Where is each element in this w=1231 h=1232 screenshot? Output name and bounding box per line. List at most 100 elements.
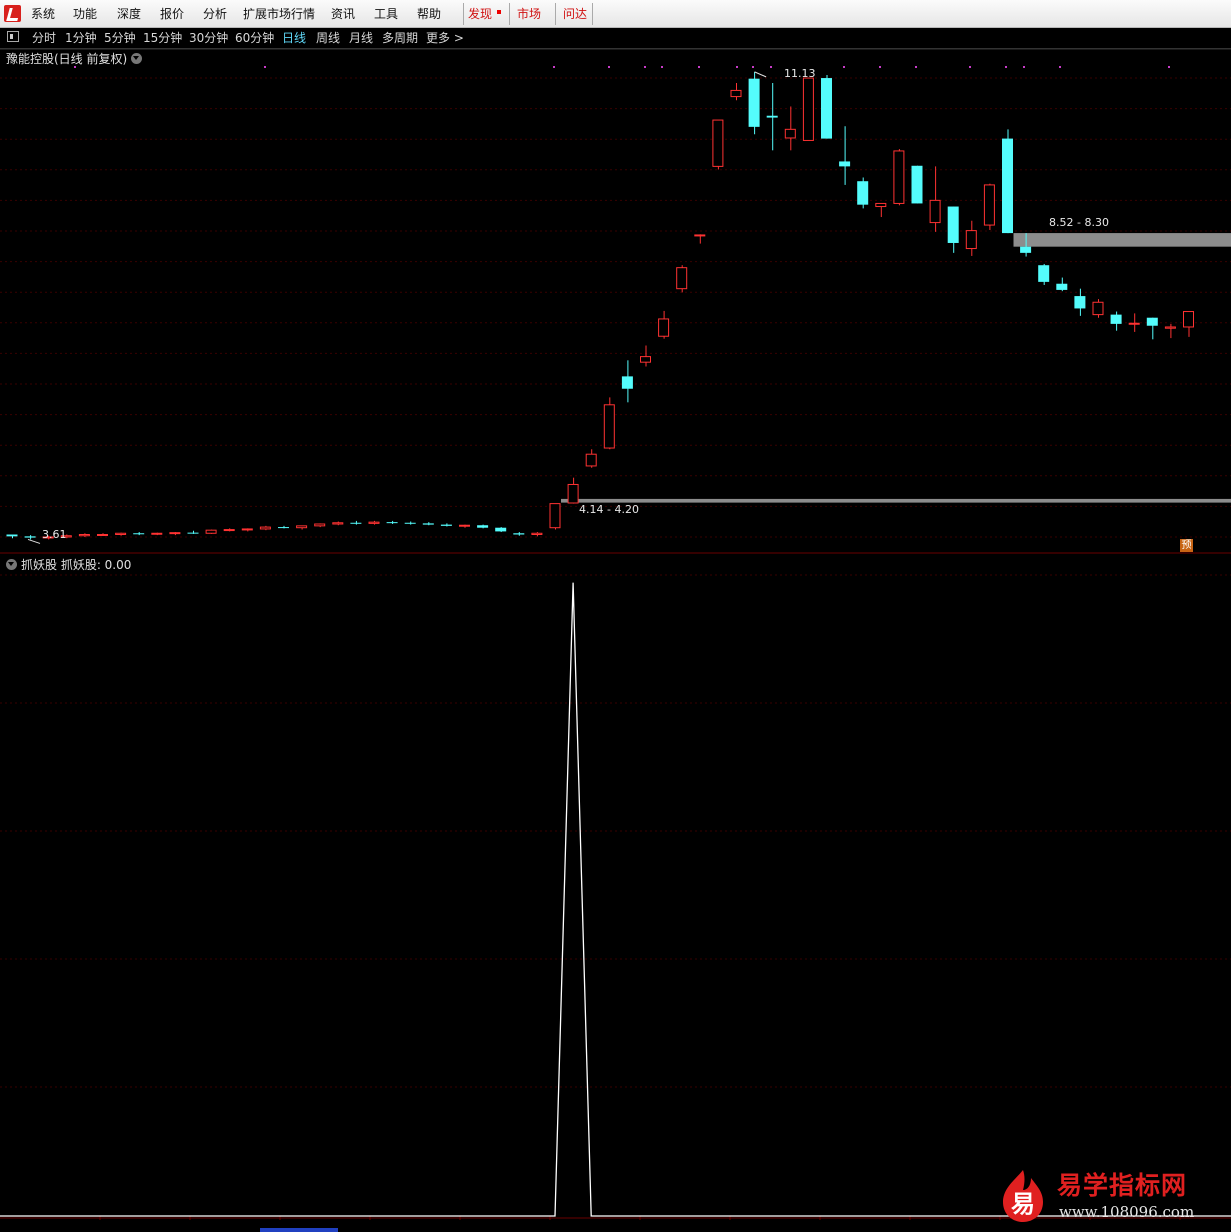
watermark-flame-icon: 易 <box>1003 1170 1043 1222</box>
gap-range-label-high: 8.52 - 8.30 <box>1049 216 1109 229</box>
candle <box>404 521 416 525</box>
watermark-url: www.108096.com <box>1059 1203 1195 1221</box>
candle-body <box>857 181 869 205</box>
indicator-grid <box>0 574 1231 1232</box>
candle <box>241 528 253 532</box>
event-marker-icon <box>752 66 754 68</box>
candle-body <box>151 532 163 535</box>
low-price-label: 3.61 <box>42 528 67 541</box>
candle <box>875 202 887 218</box>
event-marker-icon <box>1059 66 1061 68</box>
candle <box>1110 311 1122 331</box>
gap-range-label-low: 4.14 - 4.20 <box>579 503 639 516</box>
candle-body <box>911 165 923 204</box>
event-marker-icon <box>264 66 266 68</box>
candle-body <box>223 529 235 532</box>
candle <box>748 71 760 135</box>
price-grid <box>0 48 1231 554</box>
forecast-badge[interactable]: 预 <box>1180 539 1193 552</box>
candle-body <box>640 356 651 363</box>
candle-body <box>983 184 995 226</box>
candle-body <box>1074 296 1086 309</box>
candle-body <box>658 318 670 337</box>
indicator-line <box>0 582 1231 1217</box>
candle <box>24 535 36 540</box>
event-marker-icon <box>644 66 646 68</box>
candle-body <box>821 78 832 139</box>
candle-body <box>712 119 724 167</box>
event-marker-icon <box>736 66 738 68</box>
candle-body <box>1164 326 1176 329</box>
candle-body <box>278 527 289 529</box>
candle-body <box>531 532 543 536</box>
candle-body <box>839 161 851 167</box>
candle-body <box>730 89 742 98</box>
candle <box>712 119 724 170</box>
stock-chart[interactable] <box>0 0 1231 1232</box>
candle <box>784 106 796 151</box>
candle-body <box>404 522 416 524</box>
candle-body <box>440 524 452 526</box>
candle <box>259 525 271 531</box>
watermark-title: 易学指标网 <box>1057 1171 1188 1200</box>
indicator-title: 抓妖股 抓妖股: 0.00 <box>6 556 131 573</box>
candle-body <box>241 528 253 531</box>
candle <box>983 183 995 230</box>
candle-body <box>133 533 145 535</box>
candle-body <box>97 534 108 536</box>
candle-body <box>1092 301 1104 316</box>
candle-body <box>314 523 326 527</box>
candle <box>314 523 326 528</box>
high-arrow-icon <box>754 71 767 78</box>
candle <box>368 520 380 525</box>
candle <box>133 532 145 536</box>
event-marker-icon <box>661 66 663 68</box>
candle-body <box>296 525 308 529</box>
candle-body <box>259 526 271 530</box>
indicator-series-line <box>0 582 1231 1217</box>
candle-body <box>368 521 380 524</box>
candle-body <box>965 230 977 250</box>
indicator-title-text: 抓妖股 抓妖股: 0.00 <box>21 558 132 572</box>
candle <box>640 345 651 367</box>
candle <box>1183 311 1194 337</box>
candle <box>151 532 163 536</box>
candle <box>422 522 434 526</box>
dropdown-icon[interactable] <box>6 559 17 570</box>
candle-body <box>766 115 778 118</box>
candle <box>1074 288 1086 316</box>
candle <box>1002 129 1013 234</box>
candle-body <box>495 527 507 532</box>
price-gaps <box>561 233 1231 503</box>
candle <box>766 83 778 151</box>
candle-body <box>1110 314 1122 324</box>
candle <box>205 529 217 534</box>
candle-body <box>802 77 814 141</box>
candle <box>839 126 851 185</box>
candle <box>694 234 706 244</box>
candle <box>802 77 814 141</box>
candle-body <box>187 532 199 534</box>
candle-body <box>332 522 344 525</box>
candle-body <box>784 128 796 139</box>
dropdown-icon[interactable] <box>131 53 143 64</box>
event-marker-icon <box>553 66 555 68</box>
candle-body <box>78 534 90 537</box>
candle <box>495 527 507 533</box>
event-marker-icon <box>1168 66 1170 68</box>
event-marker-icon <box>1005 66 1007 68</box>
candle-body <box>6 534 18 537</box>
event-marker-icon <box>879 66 881 68</box>
event-marker-icon <box>608 66 610 68</box>
candle-body <box>386 522 398 524</box>
candle <box>187 530 199 534</box>
watermark-icon-char: 易 <box>1011 1190 1035 1218</box>
high-price-label: 11.13 <box>784 67 816 80</box>
candle <box>567 477 579 504</box>
candle <box>549 503 561 530</box>
event-markers <box>74 66 1170 68</box>
candle <box>223 528 235 532</box>
candle <box>821 74 832 139</box>
candle <box>947 206 959 253</box>
candle <box>1038 263 1050 285</box>
